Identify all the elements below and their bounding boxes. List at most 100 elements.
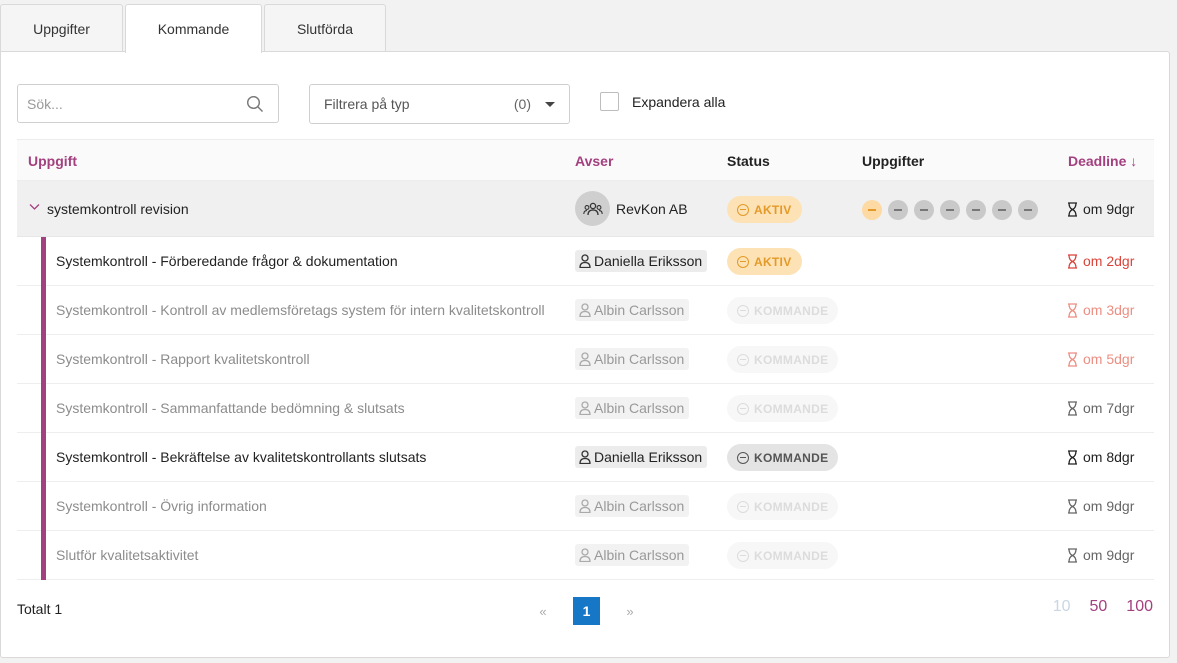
user-icon <box>579 401 591 415</box>
content-panel: Filtrera på typ (0) Expandera alla Uppgi… <box>0 51 1170 658</box>
page-size-50[interactable]: 50 <box>1090 598 1108 616</box>
column-header-tasks: Uppgifter <box>862 153 925 169</box>
table-row-parent[interactable]: systemkontroll revision RevKon AB AKTIV <box>17 181 1154 237</box>
table-row[interactable]: Systemkontroll - Bekräftelse av kvalitet… <box>17 433 1154 482</box>
status-badge: KOMMANDE <box>727 493 839 520</box>
search-box <box>17 84 279 123</box>
chevron-down-icon <box>545 102 555 107</box>
deadline: om 7dgr <box>1067 400 1134 416</box>
progress-dot <box>992 200 1012 220</box>
chevron-down-icon[interactable] <box>29 203 40 211</box>
table-row[interactable]: Systemkontroll - Sammanfattande bedömnin… <box>17 384 1154 433</box>
hourglass-icon <box>1068 400 1077 416</box>
assignee-badge: Albin Carlsson <box>575 397 690 419</box>
assignee-badge: Daniella Eriksson <box>575 446 708 468</box>
page-button-1[interactable]: 1 <box>573 597 600 625</box>
deadline: om 8dgr <box>1067 449 1134 465</box>
minus-circle-icon <box>737 451 749 464</box>
tab-slutforda[interactable]: Slutförda <box>264 4 386 52</box>
status-badge: AKTIV <box>727 196 802 223</box>
hourglass-icon <box>1068 498 1077 514</box>
progress-dot <box>966 200 986 220</box>
progress-dot <box>914 200 934 220</box>
column-header-task[interactable]: Uppgift <box>28 153 77 169</box>
filter-label: Filtrera på typ <box>324 96 410 112</box>
task-name[interactable]: Slutför kvalitetsaktivitet <box>56 547 198 563</box>
minus-circle-icon <box>737 255 749 268</box>
task-name[interactable]: Systemkontroll - Sammanfattande bedömnin… <box>56 400 405 416</box>
assignee-badge: Albin Carlsson <box>575 495 690 517</box>
prev-page-button[interactable]: « <box>531 604 555 619</box>
filter-count: (0) <box>513 96 531 112</box>
tab-kommande[interactable]: Kommande <box>125 4 262 53</box>
column-header-concerns[interactable]: Avser <box>575 153 613 169</box>
search-input[interactable] <box>18 85 228 122</box>
column-header-deadline[interactable]: Deadline ↓ <box>1068 153 1137 169</box>
progress-dot <box>888 200 908 220</box>
task-name[interactable]: Systemkontroll - Bekräftelse av kvalitet… <box>56 449 426 465</box>
user-icon <box>579 352 591 366</box>
assignee-badge: Albin Carlsson <box>575 348 690 370</box>
table-row[interactable]: Slutför kvalitetsaktivitet Albin Carlsso… <box>17 531 1154 580</box>
user-icon <box>579 548 591 562</box>
minus-circle-icon <box>737 402 749 415</box>
minus-circle-icon <box>737 353 749 366</box>
expand-all[interactable]: Expandera alla <box>600 92 725 111</box>
status-badge: KOMMANDE <box>727 444 839 471</box>
next-page-button[interactable]: » <box>618 604 642 619</box>
hourglass-icon <box>1068 547 1077 563</box>
pagination: « 1 » <box>531 597 642 625</box>
user-icon <box>579 303 591 317</box>
user-icon <box>579 254 591 268</box>
hourglass-icon <box>1068 449 1077 465</box>
hourglass-icon <box>1068 201 1077 217</box>
expand-all-checkbox[interactable] <box>600 92 619 111</box>
minus-circle-icon <box>737 549 749 562</box>
task-name[interactable]: Systemkontroll - Övrig information <box>56 498 267 514</box>
search-icon[interactable] <box>246 95 264 113</box>
expand-all-label: Expandera alla <box>632 93 726 110</box>
client-name: RevKon AB <box>616 200 688 217</box>
deadline: om 5dgr <box>1067 351 1134 367</box>
hourglass-icon <box>1068 351 1077 367</box>
page-size-selector: 10 50 100 <box>1034 598 1153 616</box>
minus-circle-icon <box>737 500 749 513</box>
task-name[interactable]: Systemkontroll - Rapport kvalitetskontro… <box>56 351 310 367</box>
table-row[interactable]: Systemkontroll - Förberedande frågor & d… <box>17 237 1154 286</box>
group-indicator-bar <box>41 237 46 580</box>
assignee-badge: Albin Carlsson <box>575 544 690 566</box>
column-header-status: Status <box>727 153 770 169</box>
tab-uppgifter[interactable]: Uppgifter <box>0 4 123 52</box>
table-row[interactable]: Systemkontroll - Övrig information Albin… <box>17 482 1154 531</box>
client: RevKon AB <box>575 191 688 226</box>
status-badge: KOMMANDE <box>727 395 839 422</box>
assignee-badge: Albin Carlsson <box>575 299 690 321</box>
subtask-progress <box>862 200 1044 220</box>
task-table: Uppgift Avser Status Uppgifter Deadline … <box>17 139 1154 580</box>
page-size-10[interactable]: 10 <box>1053 598 1071 616</box>
user-icon <box>579 450 591 464</box>
status-badge: KOMMANDE <box>727 297 839 324</box>
type-filter-select[interactable]: Filtrera på typ (0) <box>309 84 570 124</box>
user-icon <box>579 499 591 513</box>
hourglass-icon <box>1068 253 1077 269</box>
table-row[interactable]: Systemkontroll - Rapport kvalitetskontro… <box>17 335 1154 384</box>
page-size-100[interactable]: 100 <box>1126 598 1153 616</box>
task-name[interactable]: Systemkontroll - Kontroll av medlemsföre… <box>56 302 545 318</box>
minus-circle-icon <box>737 203 749 216</box>
group-avatar-icon <box>575 191 610 226</box>
deadline: om 9dgr <box>1067 498 1134 514</box>
hourglass-icon <box>1068 302 1077 318</box>
progress-dot <box>862 200 882 220</box>
total-count: Totalt 1 <box>17 601 63 617</box>
status-badge: KOMMANDE <box>727 346 839 373</box>
parent-task-name: systemkontroll revision <box>47 201 189 217</box>
status-badge: AKTIV <box>727 248 802 275</box>
table-row[interactable]: Systemkontroll - Kontroll av medlemsföre… <box>17 286 1154 335</box>
status-badge: KOMMANDE <box>727 542 839 569</box>
deadline: om 2dgr <box>1067 253 1134 269</box>
progress-dot <box>940 200 960 220</box>
task-name[interactable]: Systemkontroll - Förberedande frågor & d… <box>56 253 398 269</box>
deadline: om 9dgr <box>1067 201 1134 217</box>
deadline: om 3dgr <box>1067 302 1134 318</box>
